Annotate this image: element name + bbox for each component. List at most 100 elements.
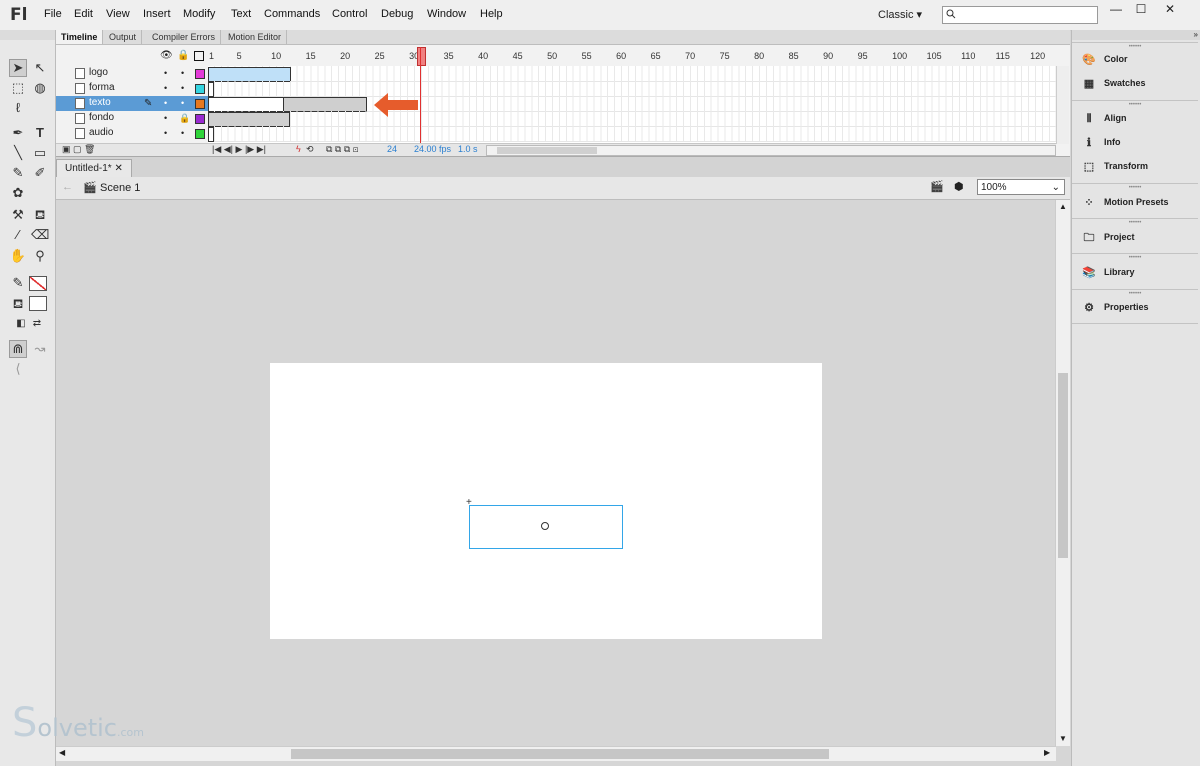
- stroke-color-swatch[interactable]: [29, 276, 47, 291]
- layer-row-selected[interactable]: texto ✎ • •: [56, 96, 208, 111]
- panel-project[interactable]: 🗀 Project: [1072, 226, 1198, 250]
- loop-icon[interactable]: ⟲: [306, 144, 314, 155]
- pen-tool-icon[interactable]: ✒: [9, 124, 27, 142]
- 3d-rotation-tool-icon[interactable]: ◍: [31, 79, 49, 97]
- eraser-tool-icon[interactable]: ⌫: [31, 226, 49, 244]
- panel-align[interactable]: ⫴ Align: [1072, 107, 1198, 131]
- eye-icon[interactable]: 👁: [160, 50, 173, 61]
- visibility-dot[interactable]: •: [164, 98, 167, 108]
- tab-motion-editor[interactable]: Motion Editor: [223, 30, 288, 44]
- panel-info[interactable]: ℹ Info: [1072, 131, 1198, 155]
- lasso-tool-icon[interactable]: ℓ: [9, 99, 27, 117]
- frame-rate[interactable]: 24.00 fps: [414, 144, 451, 154]
- menu-commands[interactable]: Commands: [264, 8, 320, 20]
- menu-modify[interactable]: Modify: [183, 8, 215, 20]
- scroll-up-icon[interactable]: ▲: [1059, 202, 1067, 211]
- fill-color-icon[interactable]: ⛾: [9, 295, 27, 313]
- scroll-right-icon[interactable]: ▶: [1044, 748, 1050, 757]
- panel-transform[interactable]: ⬚ Transform: [1072, 155, 1198, 179]
- line-tool-icon[interactable]: ╲: [9, 144, 27, 162]
- lock-dot[interactable]: •: [181, 83, 184, 93]
- menu-insert[interactable]: Insert: [143, 8, 171, 20]
- frame-row[interactable]: [208, 66, 1056, 82]
- edit-symbols-icon[interactable]: ⬢: [954, 180, 964, 193]
- menu-help[interactable]: Help: [480, 8, 503, 20]
- keyframe-span[interactable]: [208, 127, 214, 142]
- visibility-dot[interactable]: •: [164, 113, 167, 123]
- layer-row[interactable]: audio • •: [56, 126, 208, 141]
- lock-dot[interactable]: •: [181, 128, 184, 138]
- scene-label[interactable]: Scene 1: [100, 182, 140, 194]
- frame-row[interactable]: [208, 111, 1056, 127]
- frame-span-gray[interactable]: [208, 112, 290, 127]
- pencil-tool-icon[interactable]: ✎: [9, 164, 27, 182]
- straighten-icon[interactable]: ⟨: [9, 360, 27, 378]
- new-layer-icon[interactable]: ▣ ▢ 🗑: [62, 144, 95, 155]
- panel-properties[interactable]: ⚙ Properties: [1072, 296, 1198, 320]
- stage-vscroll[interactable]: ▲ ▼: [1055, 200, 1070, 746]
- center-frame-icon[interactable]: ϟ: [296, 144, 301, 154]
- edit-scene-icon[interactable]: 🎬: [930, 180, 944, 193]
- layer-row[interactable]: logo • •: [56, 66, 208, 81]
- search-input[interactable]: [942, 6, 1098, 24]
- visibility-dot[interactable]: •: [164, 68, 167, 78]
- zoom-tool-icon[interactable]: ⚲: [31, 247, 49, 265]
- frame-span[interactable]: [208, 97, 284, 112]
- outline-icon[interactable]: [194, 51, 204, 61]
- layer-color-swatch[interactable]: [195, 69, 205, 79]
- stage-hscroll[interactable]: ◀ ▶: [56, 746, 1056, 761]
- scroll-left-icon[interactable]: ◀: [59, 748, 65, 757]
- keyframe-span[interactable]: [208, 82, 214, 97]
- lock-dot[interactable]: •: [181, 68, 184, 78]
- visibility-dot[interactable]: •: [164, 128, 167, 138]
- frame-row[interactable]: [208, 126, 1056, 142]
- frame-row[interactable]: [208, 96, 1056, 112]
- stage-hscroll-thumb[interactable]: [291, 749, 829, 759]
- panel-swatches[interactable]: ▦ Swatches: [1072, 72, 1198, 96]
- frame-span-gray[interactable]: [283, 97, 367, 112]
- current-frame[interactable]: 24: [387, 144, 397, 154]
- panel-library[interactable]: 📚 Library: [1072, 261, 1198, 285]
- stage[interactable]: +: [270, 363, 822, 639]
- paint-bucket-tool-icon[interactable]: ⛾: [31, 206, 49, 224]
- menu-control[interactable]: Control: [332, 8, 367, 20]
- lock-dot[interactable]: •: [181, 98, 184, 108]
- panel-motion-presets[interactable]: ⁘ Motion Presets: [1072, 191, 1198, 215]
- transform-point-icon[interactable]: [541, 522, 549, 530]
- visibility-dot[interactable]: •: [164, 83, 167, 93]
- playhead-handle[interactable]: [417, 47, 426, 66]
- lock-icon[interactable]: 🔒: [179, 113, 190, 124]
- layer-color-swatch[interactable]: [195, 129, 205, 139]
- minimize-button[interactable]: —: [1103, 2, 1129, 16]
- menu-file[interactable]: File: [44, 8, 62, 20]
- tab-timeline[interactable]: Timeline: [56, 30, 104, 44]
- fill-color-swatch[interactable]: [29, 296, 47, 311]
- workspace-switcher[interactable]: Classic ▾: [878, 8, 922, 21]
- pasteboard[interactable]: + Solvetic.com: [12, 200, 1054, 746]
- snap-to-objects-icon[interactable]: ⋒: [9, 340, 27, 358]
- frame-grid[interactable]: [208, 66, 1056, 144]
- tab-compiler-errors[interactable]: Compiler Errors: [147, 30, 222, 44]
- stage-vscroll-thumb[interactable]: [1058, 373, 1068, 558]
- playback-controls[interactable]: |◀ ◀| ▶ |▶ ▶|: [212, 144, 266, 155]
- timeline-scrollbar[interactable]: [1056, 66, 1069, 144]
- frame-ruler[interactable]: 1 5 10 15 20 25 30 35 40 45 50 55 60 65 70 75 80 85 90 95 10…: [208, 45, 1056, 65]
- tween-span[interactable]: [208, 67, 291, 82]
- rectangle-tool-icon[interactable]: ▭: [31, 144, 49, 162]
- timeline-hscroll[interactable]: [486, 145, 1056, 156]
- lock-icon[interactable]: 🔒: [177, 50, 189, 61]
- close-icon[interactable]: ✕: [114, 163, 122, 174]
- free-transform-tool-icon[interactable]: ⬚: [9, 79, 27, 97]
- hand-tool-icon[interactable]: ✋: [9, 247, 27, 265]
- subselection-tool-icon[interactable]: ↖: [31, 59, 49, 77]
- deco-tool-icon[interactable]: ✿: [9, 184, 27, 202]
- eyedropper-tool-icon[interactable]: ⁄: [9, 226, 27, 244]
- selection-tool-icon[interactable]: ➤: [9, 59, 27, 77]
- smooth-icon[interactable]: ↝: [31, 340, 49, 358]
- dock-collapse-bar[interactable]: »: [1072, 30, 1200, 40]
- text-field[interactable]: [469, 505, 623, 549]
- layer-color-swatch[interactable]: [195, 84, 205, 94]
- layer-color-swatch[interactable]: [195, 114, 205, 124]
- layer-row[interactable]: fondo • 🔒: [56, 111, 208, 126]
- stroke-color-icon[interactable]: ✎: [9, 274, 27, 292]
